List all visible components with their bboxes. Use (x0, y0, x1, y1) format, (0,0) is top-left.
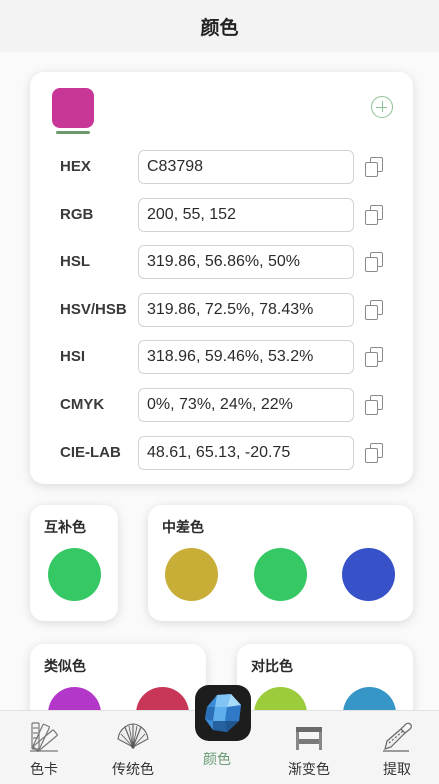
contrast-title: 对比色 (251, 658, 293, 674)
contrast-card: 对比色 (237, 644, 413, 710)
color-values-card: HEX C83798 RGB 200, 55, 152 HSL 319.86, … (30, 72, 413, 484)
format-label: HSI (60, 348, 86, 365)
tab-extract[interactable]: 提取 (362, 711, 432, 784)
middle-diff-card: 中差色 (148, 505, 413, 621)
contrast-color-swatch[interactable] (343, 687, 396, 710)
add-circle-icon[interactable] (371, 96, 393, 118)
main-content[interactable]: HEX C83798 RGB 200, 55, 152 HSL 319.86, … (0, 52, 439, 710)
format-label: CIE-LAB (60, 444, 121, 461)
fan-icon (117, 723, 149, 749)
tab-gradient[interactable]: 渐变色 (274, 711, 344, 784)
row-hsi: HSI 318.96, 59.46%, 53.2% (30, 340, 413, 374)
copy-icon[interactable] (365, 252, 384, 273)
format-label: HSL (60, 253, 90, 270)
gradient-icon (296, 727, 322, 750)
tab-label: 提取 (383, 761, 411, 777)
hsv-value-field[interactable]: 319.86, 72.5%, 78.43% (138, 293, 354, 327)
rgb-value-field[interactable]: 200, 55, 152 (138, 198, 354, 232)
bottom-tab-bar: 色卡 传统色 颜色 渐变色 提取 (0, 685, 439, 784)
row-hsl: HSL 319.86, 56.86%, 50% (30, 245, 413, 279)
row-hex: HEX C83798 (30, 150, 413, 184)
contrast-color-swatch[interactable] (254, 687, 307, 710)
eyedropper-icon (383, 722, 412, 752)
copy-icon[interactable] (365, 395, 384, 416)
tab-color-card[interactable]: 色卡 (9, 711, 79, 784)
header: 颜色 (0, 0, 439, 52)
current-color-swatch[interactable] (52, 88, 94, 128)
row-cielab: CIE-LAB 48.61, 65.13, -20.75 (30, 436, 413, 470)
hex-value-field[interactable]: C83798 (138, 150, 354, 184)
analogous-color-swatch[interactable] (48, 687, 101, 710)
row-rgb: RGB 200, 55, 152 (30, 198, 413, 232)
tab-label: 渐变色 (288, 761, 330, 777)
gem-icon (195, 685, 251, 741)
row-hsv: HSV/HSB 319.86, 72.5%, 78.43% (30, 293, 413, 327)
analogous-title: 类似色 (44, 658, 86, 674)
color-card-icon (30, 722, 58, 752)
tab-label: 颜色 (203, 751, 231, 767)
middle-diff-title: 中差色 (162, 519, 204, 535)
hsi-value-field[interactable]: 318.96, 59.46%, 53.2% (138, 340, 354, 374)
copy-icon[interactable] (365, 300, 384, 321)
complementary-color-swatch[interactable] (48, 548, 101, 601)
swatch-indicator (56, 131, 90, 134)
analogous-card: 类似色 (30, 644, 206, 710)
format-label: RGB (60, 206, 94, 223)
cmyk-value-field[interactable]: 0%, 73%, 24%, 22% (138, 388, 354, 422)
tab-label: 色卡 (30, 761, 58, 777)
copy-icon[interactable] (365, 157, 384, 178)
page-title: 颜色 (200, 17, 239, 39)
format-label: CMYK (60, 396, 105, 413)
tab-traditional[interactable]: 传统色 (98, 711, 168, 784)
copy-icon[interactable] (365, 443, 384, 464)
complementary-title: 互补色 (44, 519, 86, 535)
copy-icon[interactable] (365, 347, 384, 368)
middle-diff-color-swatch[interactable] (342, 548, 395, 601)
analogous-color-swatch[interactable] (136, 687, 189, 710)
tab-label: 传统色 (112, 761, 154, 777)
cielab-value-field[interactable]: 48.61, 65.13, -20.75 (138, 436, 354, 470)
format-label: HEX (60, 158, 91, 175)
hsl-value-field[interactable]: 319.86, 56.86%, 50% (138, 245, 354, 279)
tab-color[interactable]: 颜色 (182, 685, 252, 784)
complementary-card: 互补色 (30, 505, 118, 621)
row-cmyk: CMYK 0%, 73%, 24%, 22% (30, 388, 413, 422)
middle-diff-color-swatch[interactable] (254, 548, 307, 601)
middle-diff-color-swatch[interactable] (165, 548, 218, 601)
format-label: HSV/HSB (60, 301, 127, 318)
copy-icon[interactable] (365, 205, 384, 226)
